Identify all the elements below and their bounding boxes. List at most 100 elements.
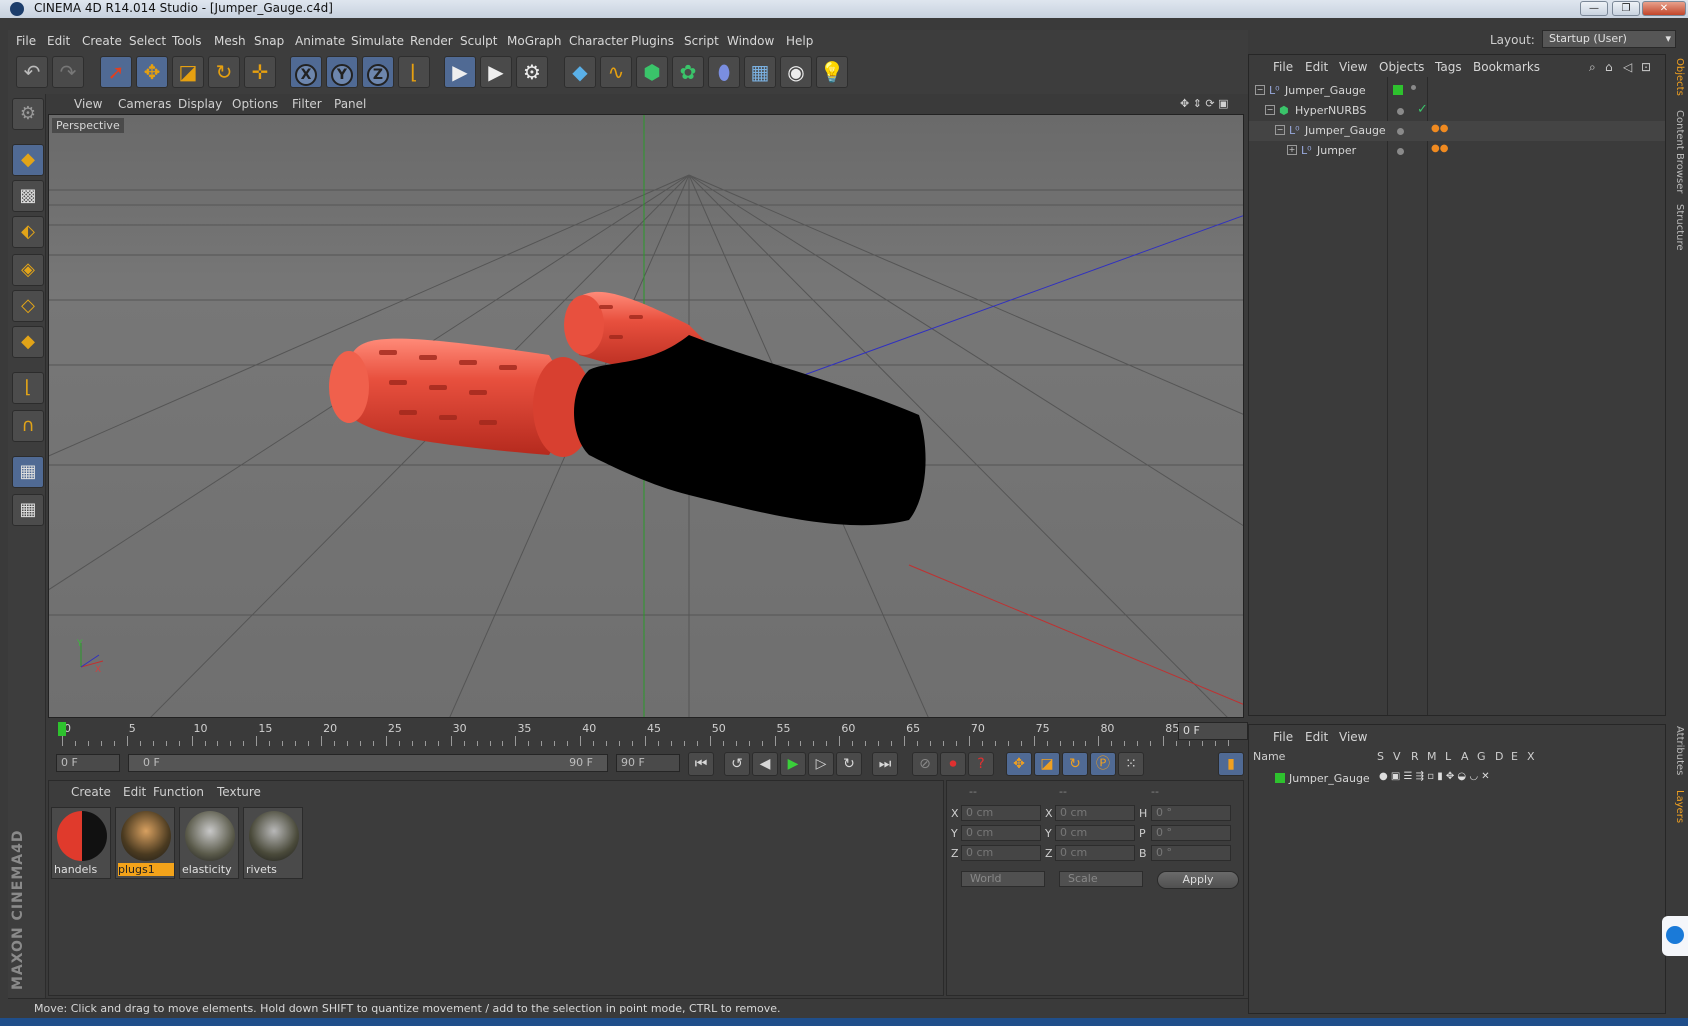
tab-structure[interactable]: Structure (1669, 204, 1685, 251)
menu-mesh[interactable]: Mesh (214, 34, 246, 48)
coord-pos-y[interactable]: 0 cm (961, 825, 1041, 841)
coord-pos-z[interactable]: 0 cm (961, 845, 1041, 861)
layer-col-xref[interactable]: X (1527, 750, 1535, 763)
object-menu-edit[interactable]: Edit (1305, 60, 1328, 74)
locked-workplane-icon[interactable]: ▦ (12, 494, 44, 526)
render-picture-viewer-icon[interactable]: ▶ (480, 56, 512, 88)
close-button[interactable]: ✕ (1642, 1, 1686, 16)
y-axis-lock-icon[interactable]: Y (326, 56, 358, 88)
object-menu-bookmarks[interactable]: Bookmarks (1473, 60, 1540, 74)
z-axis-lock-icon[interactable]: Z (362, 56, 394, 88)
render-settings-icon[interactable]: ⚙ (516, 56, 548, 88)
undo-icon[interactable]: ↶ (16, 56, 48, 88)
viewport-menu-display[interactable]: Display (178, 97, 222, 111)
timeline-window-icon[interactable]: ▮ (1218, 752, 1244, 776)
object-menu-objects[interactable]: Objects (1379, 60, 1424, 74)
coord-space-dropdown[interactable]: World (961, 871, 1045, 887)
material-menu-create[interactable]: Create (71, 785, 111, 799)
collapse-icon[interactable]: − (1255, 85, 1265, 95)
object-row-hypernurbs[interactable]: − ⬢ HyperNURBS ✓ (1249, 101, 1665, 121)
layer-col-deformers[interactable]: D (1495, 750, 1503, 763)
min-frame-field[interactable]: 0 F (56, 754, 120, 772)
menu-help[interactable]: Help (786, 34, 813, 48)
visibility-dot[interactable] (1397, 128, 1404, 135)
goto-end-icon[interactable]: ⏭ (872, 752, 898, 776)
object-row-jumper-gauge-root[interactable]: − L⁰ Jumper_Gauge (1249, 81, 1665, 101)
floor-scene-icon[interactable]: ▦ (744, 56, 776, 88)
menu-animate[interactable]: Animate (295, 34, 345, 48)
edges-mode-icon[interactable]: ◇ (12, 290, 44, 322)
apply-button[interactable]: Apply (1157, 871, 1239, 889)
menu-plugins[interactable]: Plugins (631, 34, 674, 48)
layer-row[interactable]: Jumper_Gauge ● ▣ ☰ ⇶ ▫ ▮ ✥ ◒ ◡ ✕ (1249, 769, 1665, 789)
menu-select[interactable]: Select (129, 34, 166, 48)
previous-key-icon[interactable]: ↺ (724, 752, 750, 776)
live-selection-icon[interactable]: ➚ (100, 56, 132, 88)
previous-frame-icon[interactable]: ◀ (752, 752, 778, 776)
move-tool-icon[interactable]: ✥ (136, 56, 168, 88)
home-icon[interactable]: ⌂ (1605, 60, 1613, 74)
layer-menu-view[interactable]: View (1339, 730, 1367, 744)
material-tag-icon[interactable]: ●● (1431, 143, 1448, 154)
menu-mograph[interactable]: MoGraph (507, 34, 562, 48)
nurbs-icon[interactable]: ⬢ (636, 56, 668, 88)
object-row-jumper[interactable]: + L⁰ Jumper ●● (1249, 141, 1665, 161)
keyframe-selection-icon[interactable]: ? (968, 752, 994, 776)
viewport-menu-cameras[interactable]: Cameras (118, 97, 171, 111)
layer-menu-edit[interactable]: Edit (1305, 730, 1328, 744)
material-menu-function[interactable]: Function (153, 785, 204, 799)
viewport-nav-icons[interactable]: ✥ ⇕ ⟳ ▣ (1180, 97, 1229, 110)
camera-icon[interactable]: ◉ (780, 56, 812, 88)
remote-support-icon[interactable] (1662, 916, 1688, 956)
frame-range-slider[interactable]: 0 F 90 F (128, 754, 608, 772)
menu-simulate[interactable]: Simulate (351, 34, 404, 48)
tab-attributes[interactable]: Attributes (1669, 726, 1685, 775)
layer-color-swatch[interactable] (1275, 773, 1285, 783)
coord-rot-p[interactable]: 0 ° (1151, 825, 1231, 841)
model-mode-icon[interactable]: ◆ (12, 144, 44, 176)
minimize-button[interactable]: — (1580, 1, 1608, 16)
menu-sculpt[interactable]: Sculpt (460, 34, 497, 48)
material-swatch-elasticity[interactable]: elasticity (179, 807, 239, 879)
spline-pen-icon[interactable]: ∿ (600, 56, 632, 88)
coordinate-system-icon[interactable]: ⌊ (398, 56, 430, 88)
coord-pos-x[interactable]: 0 cm (961, 805, 1041, 821)
search-icon[interactable]: ⌕ (1589, 60, 1596, 75)
perspective-viewport[interactable]: Perspective Y X (48, 114, 1244, 718)
menu-snap[interactable]: Snap (254, 34, 284, 48)
axis-mode-icon[interactable]: ⌊ (12, 372, 44, 404)
menu-tools[interactable]: Tools (172, 34, 202, 48)
collapse-icon[interactable]: − (1265, 105, 1275, 115)
material-swatch-rivets[interactable]: rivets (243, 807, 303, 879)
object-menu-view[interactable]: View (1339, 60, 1367, 74)
layer-col-generators[interactable]: G (1477, 750, 1486, 763)
x-axis-lock-icon[interactable]: X (290, 56, 322, 88)
tab-layers[interactable]: Layers (1669, 790, 1685, 823)
back-icon[interactable]: ◁ (1623, 60, 1632, 74)
layer-menu-file[interactable]: File (1273, 730, 1293, 744)
material-swatch-plugs1[interactable]: plugs1 (115, 807, 175, 879)
max-frame-field[interactable]: 90 F (616, 754, 680, 772)
coord-size-x[interactable]: 0 cm (1055, 805, 1135, 821)
coord-size-z[interactable]: 0 cm (1055, 845, 1135, 861)
scale-tool-icon[interactable]: ◪ (172, 56, 204, 88)
visibility-dot[interactable] (1397, 148, 1404, 155)
key-rotation-icon[interactable]: ↻ (1062, 752, 1088, 776)
material-swatch-handels[interactable]: handels (51, 807, 111, 879)
make-editable-icon[interactable]: ⚙ (12, 98, 44, 130)
rotate-tool-icon[interactable]: ↻ (208, 56, 240, 88)
restore-button[interactable]: ❐ (1612, 1, 1640, 16)
workplane-mode-icon[interactable]: ⬖ (12, 216, 44, 248)
timeline-ruler[interactable]: 051015202530354045505560657075808590 (48, 720, 1244, 748)
polygons-mode-icon[interactable]: ◆ (12, 326, 44, 358)
render-view-icon[interactable]: ▶ (444, 56, 476, 88)
key-position-icon[interactable]: ✥ (1006, 752, 1032, 776)
viewport-menu-options[interactable]: Options (232, 97, 278, 111)
object-menu-file[interactable]: File (1273, 60, 1293, 74)
object-menu-tags[interactable]: Tags (1435, 60, 1462, 74)
tab-objects[interactable]: Objects (1669, 58, 1685, 96)
key-parameter-icon[interactable]: Ⓟ (1090, 752, 1116, 776)
cube-primitive-icon[interactable]: ◆ (564, 56, 596, 88)
workplane-lock-icon[interactable]: ▦ (12, 456, 44, 488)
layout-dropdown[interactable]: Startup (User) ▾ (1542, 30, 1676, 48)
